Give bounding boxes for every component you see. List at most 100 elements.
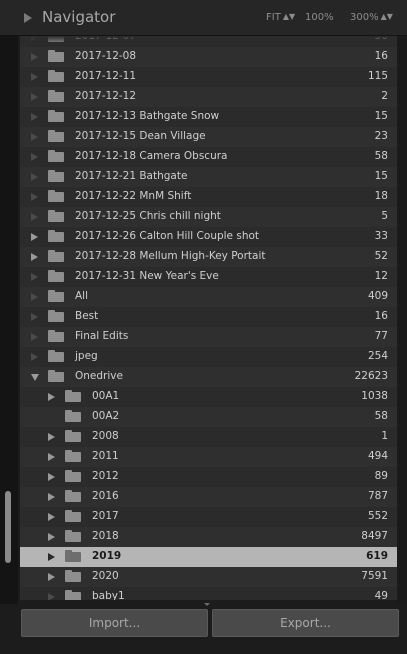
folder-icon (65, 510, 81, 522)
folder-name: 2017-12-31 New Year's Eve (75, 270, 219, 282)
folder-row[interactable]: 2017-12-28 Mellum High-Key Portait 52 (20, 247, 397, 267)
folder-icon (48, 150, 64, 162)
disclosure-right-icon[interactable] (48, 393, 55, 401)
folder-row[interactable]: All 409 (20, 287, 397, 307)
panel-edge (397, 36, 407, 604)
folder-row[interactable]: 2017-12-21 Bathgate 15 (20, 167, 397, 187)
folder-row[interactable]: 2017-12-13 Bathgate Snow 15 (20, 107, 397, 127)
folder-row[interactable]: 2016 787 (20, 487, 397, 507)
folder-row[interactable]: jpeg 254 (20, 347, 397, 367)
folder-row[interactable]: 2019 619 (20, 547, 397, 567)
collapse-triangle-icon[interactable] (24, 13, 32, 23)
folder-row[interactable]: 2017-12-15 Dean Village 23 (20, 127, 397, 147)
folder-name: 2017-12-22 MnM Shift (75, 190, 192, 202)
disclosure-right-icon[interactable] (31, 173, 38, 181)
folder-icon (48, 50, 64, 62)
folder-count: 1038 (361, 390, 388, 402)
folder-name: 2020 (92, 570, 119, 582)
disclosure-right-icon[interactable] (48, 493, 55, 501)
folder-count: 619 (366, 550, 388, 562)
disclosure-down-icon[interactable] (31, 374, 39, 381)
disclosure-right-icon[interactable] (48, 533, 55, 541)
folder-row[interactable]: Final Edits 77 (20, 327, 397, 347)
folder-row[interactable]: baby1 49 (20, 587, 397, 600)
folder-count: 12 (374, 270, 388, 282)
scrollbar-thumb[interactable] (5, 491, 11, 563)
panel-resize-arrow-icon[interactable] (204, 603, 210, 606)
disclosure-right-icon[interactable] (31, 73, 38, 81)
disclosure-right-icon[interactable] (31, 253, 38, 261)
disclosure-right-icon[interactable] (31, 93, 38, 101)
navigator-header[interactable]: Navigator FIT ▲▼ 100% 300% ▲▼ (0, 0, 407, 36)
folder-icon (48, 190, 64, 202)
folder-icon (48, 290, 64, 302)
disclosure-right-icon[interactable] (48, 453, 55, 461)
folder-icon (65, 490, 81, 502)
folder-count: 23 (374, 130, 388, 142)
disclosure-right-icon[interactable] (48, 573, 55, 581)
folder-row[interactable]: 00A1 1038 (20, 387, 397, 407)
updown-arrows-icon: ▲▼ (380, 12, 393, 21)
folder-count: 2 (381, 90, 388, 102)
folder-icon (48, 170, 64, 182)
folder-icon (48, 330, 64, 342)
disclosure-right-icon[interactable] (48, 553, 55, 561)
disclosure-right-icon[interactable] (31, 193, 38, 201)
disclosure-right-icon[interactable] (31, 333, 38, 341)
folder-row[interactable]: 2017-12-11 115 (20, 67, 397, 87)
folder-name: 2017-12-26 Calton Hill Couple shot (75, 230, 260, 242)
disclosure-right-icon[interactable] (31, 273, 38, 281)
folder-count: 16 (374, 310, 388, 322)
folder-count: 22623 (354, 370, 388, 382)
disclosure-right-icon[interactable] (31, 233, 38, 241)
folder-row[interactable]: 2017-12-26 Calton Hill Couple shot 33 (20, 227, 397, 247)
zoom-fit-option[interactable]: FIT ▲▼ (266, 12, 295, 23)
folder-name: Onedrive (75, 370, 123, 382)
folder-row[interactable]: 2011 494 (20, 447, 397, 467)
disclosure-right-icon[interactable] (31, 213, 38, 221)
disclosure-right-icon[interactable] (31, 293, 38, 301)
folder-icon (65, 470, 81, 482)
folder-row[interactable]: 2017-12-08 16 (20, 47, 397, 67)
disclosure-right-icon[interactable] (31, 113, 38, 121)
folder-icon (65, 430, 81, 442)
folder-count: 7591 (361, 570, 388, 582)
disclosure-right-icon[interactable] (31, 353, 38, 361)
folder-count: 77 (374, 330, 388, 342)
disclosure-right-icon[interactable] (31, 133, 38, 141)
disclosure-right-icon[interactable] (48, 473, 55, 481)
disclosure-right-icon[interactable] (31, 153, 38, 161)
folder-row[interactable]: 2020 7591 (20, 567, 397, 587)
folder-count: 58 (374, 410, 388, 422)
folder-row[interactable]: 2018 8497 (20, 527, 397, 547)
folder-row[interactable]: 2017 552 (20, 507, 397, 527)
disclosure-right-icon[interactable] (48, 433, 55, 441)
folder-row[interactable]: 00A2 58 (20, 407, 397, 427)
import-button[interactable]: Import... (21, 609, 208, 637)
folder-icon (48, 310, 64, 322)
folder-count: 787 (367, 490, 388, 502)
folder-row[interactable]: 2017-12-12 2 (20, 87, 397, 107)
folder-name: 2017-12-13 Bathgate Snow (75, 110, 220, 122)
export-button[interactable]: Export... (212, 609, 399, 637)
folder-name: baby1 (92, 590, 125, 600)
folder-row[interactable]: Best 16 (20, 307, 397, 327)
folder-row[interactable]: 2008 1 (20, 427, 397, 447)
folder-row[interactable]: Onedrive 22623 (20, 367, 397, 387)
zoom-300-option[interactable]: 300% ▲▼ (350, 12, 393, 23)
folder-row[interactable]: 2017-12-31 New Year's Eve 12 (20, 267, 397, 287)
disclosure-right-icon[interactable] (48, 513, 55, 521)
folder-row[interactable]: 2012 89 (20, 467, 397, 487)
folder-row[interactable]: 2017-12-22 MnM Shift 18 (20, 187, 397, 207)
folder-row[interactable]: 2017-12-18 Camera Obscura 58 (20, 147, 397, 167)
folder-row[interactable]: 2017-12-25 Chris chill night 5 (20, 207, 397, 227)
disclosure-right-icon[interactable] (31, 53, 38, 61)
folder-count: 18 (374, 190, 388, 202)
zoom-100-option[interactable]: 100% (305, 12, 334, 23)
folder-count: 15 (374, 110, 388, 122)
disclosure-right-icon[interactable] (31, 313, 38, 321)
disclosure-right-icon[interactable] (48, 593, 55, 600)
folder-scrollbar[interactable] (0, 36, 18, 604)
folder-icon (65, 530, 81, 542)
folder-count: 5 (381, 210, 388, 222)
